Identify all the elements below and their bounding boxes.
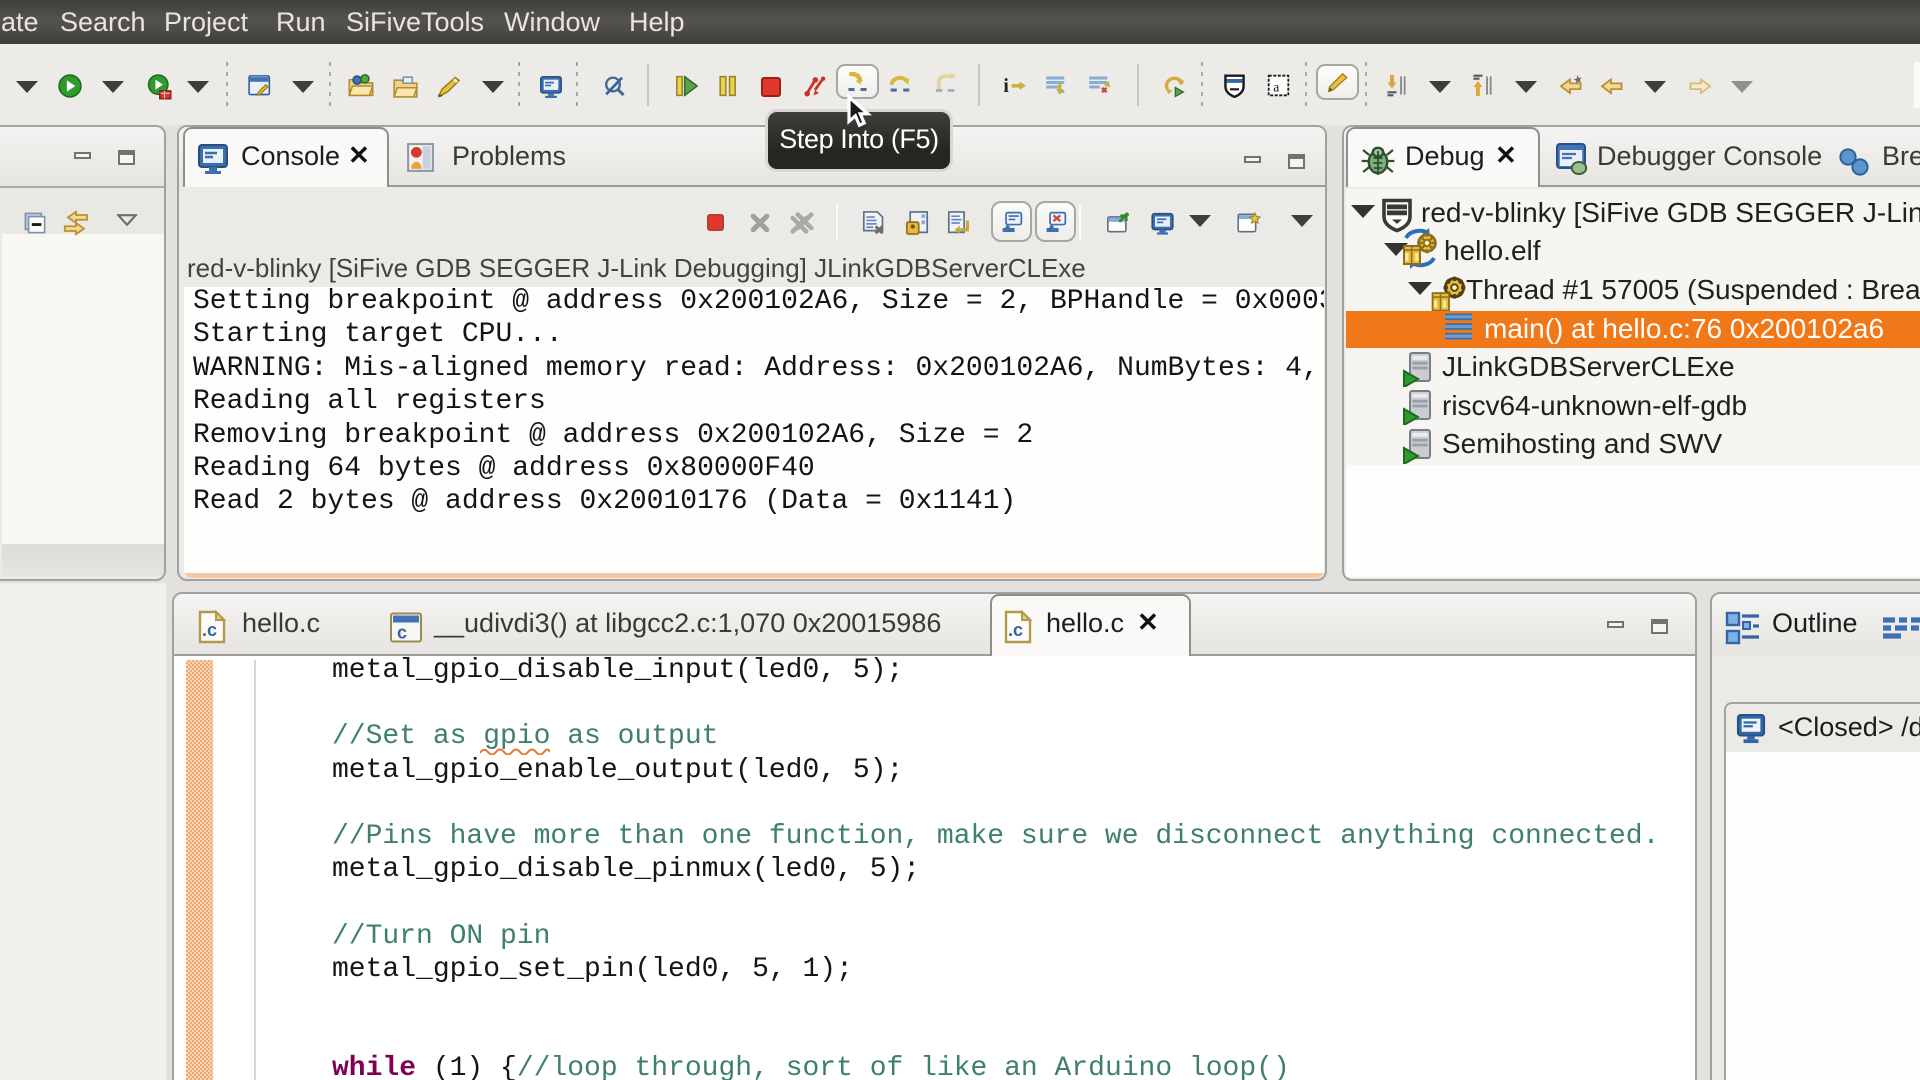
svg-text:.c: .c [202, 620, 217, 640]
svg-text:a: a [1273, 79, 1279, 94]
svg-text:c: c [397, 623, 407, 643]
svg-text:.c: .c [1008, 620, 1023, 640]
svg-text:i: i [1003, 75, 1009, 97]
